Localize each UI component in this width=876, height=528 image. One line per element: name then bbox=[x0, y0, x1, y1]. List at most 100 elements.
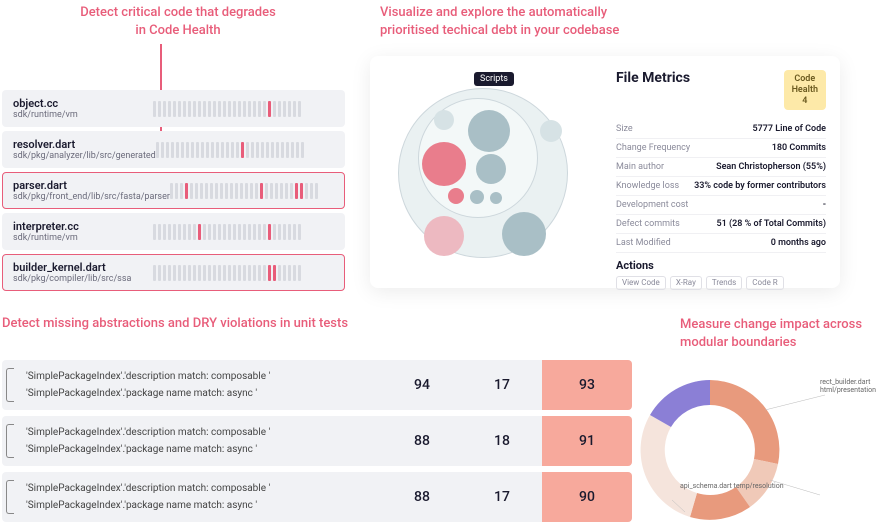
bubble-node[interactable] bbox=[422, 142, 466, 186]
file-row[interactable]: parser.dartsdk/pkg/front_end/lib/src/fas… bbox=[2, 172, 345, 209]
dry-similarity: 93 bbox=[542, 360, 632, 410]
metric-value: 180 Commits bbox=[772, 143, 826, 153]
dry-similarity: 91 bbox=[542, 416, 632, 466]
health-bars bbox=[153, 222, 334, 242]
action-button[interactable]: View Code bbox=[616, 276, 666, 290]
metric-row: Defect commits 51 (28 % of Total Commits) bbox=[616, 215, 826, 234]
health-bars bbox=[170, 181, 334, 201]
dry-row[interactable]: 'SimplePackageIndex'.'description match:… bbox=[2, 416, 632, 466]
sunburst-chart[interactable]: rect_builder.dart html/presentation api_… bbox=[680, 360, 860, 500]
bubble-chart[interactable]: Scripts bbox=[384, 70, 604, 270]
metric-row: Main author Sean Christopherson (55%) bbox=[616, 158, 826, 177]
bubble-node[interactable] bbox=[448, 188, 464, 204]
bubble-node[interactable] bbox=[424, 216, 464, 256]
metrics-section: File Metrics Code Health 4 Size 5777 Line… bbox=[604, 70, 826, 274]
metric-value: Sean Christopherson (55%) bbox=[716, 162, 826, 172]
bracket-icon bbox=[6, 480, 14, 514]
metric-key: Development cost bbox=[616, 200, 688, 210]
file-name: interpreter.cc bbox=[13, 220, 153, 233]
dry-test-name: 'SimplePackageIndex'.'package name match… bbox=[12, 441, 372, 458]
dry-test-name: 'SimplePackageIndex'.'description match:… bbox=[12, 368, 372, 385]
bubble-node[interactable] bbox=[470, 190, 484, 204]
file-path: sdk/pkg/front_end/lib/src/fasta/parser bbox=[13, 192, 170, 202]
bracket-icon bbox=[6, 368, 14, 402]
metric-value: 33% code by former contributors bbox=[694, 181, 826, 191]
text-line: in Code Health bbox=[135, 23, 220, 38]
file-row[interactable]: object.ccsdk/runtime/vm bbox=[2, 90, 345, 127]
headline-detect-critical: Detect critical code that degrades in Co… bbox=[68, 4, 288, 40]
metric-key: Knowledge loss bbox=[616, 181, 679, 191]
dry-test-name: 'SimplePackageIndex'.'package name match… bbox=[12, 385, 372, 402]
text-line: Measure change impact across bbox=[680, 317, 862, 332]
file-metrics-panel: Scripts File Metrics Code Health 4 Size 5… bbox=[370, 56, 840, 288]
dry-row[interactable]: 'SimplePackageIndex'.'description match:… bbox=[2, 360, 632, 410]
action-button[interactable]: Code R bbox=[746, 276, 783, 290]
metric-value: 51 (28 % of Total Commits) bbox=[717, 219, 826, 229]
code-health-badge: Code Health 4 bbox=[784, 70, 826, 110]
bubble-node[interactable] bbox=[434, 110, 454, 130]
headline-change-impact: Measure change impact across modular bou… bbox=[680, 316, 870, 352]
badge-text: 4 bbox=[802, 96, 807, 106]
dry-metric: 94 bbox=[382, 360, 462, 410]
dry-metric: 18 bbox=[462, 416, 542, 466]
dry-test-name: 'SimplePackageIndex'.'description match:… bbox=[12, 424, 372, 441]
badge-text: Health bbox=[792, 85, 818, 95]
dry-test-name: 'SimplePackageIndex'.'description match:… bbox=[12, 480, 372, 497]
metric-key: Last Modified bbox=[616, 238, 671, 248]
metric-value: 0 months ago bbox=[771, 238, 826, 248]
metric-key: Change Frequency bbox=[616, 143, 690, 153]
bubble-node[interactable] bbox=[490, 192, 502, 204]
file-path: sdk/pkg/analyzer/lib/src/generated bbox=[13, 151, 156, 161]
file-name: object.cc bbox=[13, 97, 153, 110]
dry-violations-table: 'SimplePackageIndex'.'description match:… bbox=[2, 360, 632, 528]
sunburst-label: rect_builder.dart html/presentation bbox=[820, 378, 876, 394]
health-bars bbox=[153, 263, 334, 283]
file-path: sdk/runtime/vm bbox=[13, 110, 153, 120]
metric-row: Knowledge loss 33% code by former contrib… bbox=[616, 177, 826, 196]
badge-text: Code bbox=[794, 74, 815, 84]
dry-similarity: 90 bbox=[542, 472, 632, 522]
bracket-icon bbox=[6, 424, 14, 458]
metric-value: 5777 Line of Code bbox=[752, 124, 826, 134]
bubble-node[interactable] bbox=[468, 110, 510, 152]
dry-metric: 88 bbox=[382, 416, 462, 466]
file-path: sdk/pkg/compiler/lib/src/ssa bbox=[13, 274, 153, 284]
bubble-node[interactable] bbox=[540, 120, 562, 142]
file-row[interactable]: builder_kernel.dartsdk/pkg/compiler/lib/… bbox=[2, 254, 345, 291]
chart-tag: Scripts bbox=[474, 72, 514, 86]
headline-visualize: Visualize and explore the automatically … bbox=[380, 4, 720, 40]
file-name: parser.dart bbox=[13, 179, 170, 192]
headline-dry: Detect missing abstractions and DRY viol… bbox=[2, 316, 348, 331]
file-name: builder_kernel.dart bbox=[13, 261, 153, 274]
action-button[interactable]: Trends bbox=[706, 276, 742, 290]
file-name: resolver.dart bbox=[13, 138, 156, 151]
metric-key: Size bbox=[616, 124, 633, 134]
metric-row: Development cost - bbox=[616, 196, 826, 215]
metrics-title: File Metrics bbox=[616, 70, 690, 86]
text-line: Detect critical code that degrades bbox=[80, 5, 276, 20]
metric-row: Size 5777 Line of Code bbox=[616, 120, 826, 139]
actions-title: Actions bbox=[616, 259, 826, 272]
file-path: sdk/runtime/vm bbox=[13, 233, 153, 243]
text-line: Visualize and explore the automatically bbox=[380, 5, 607, 20]
text-line: prioritised techical debt in your codeba… bbox=[380, 23, 619, 38]
metric-row: Change Frequency 180 Commits bbox=[616, 139, 826, 158]
file-row[interactable]: interpreter.ccsdk/runtime/vm bbox=[2, 213, 345, 250]
file-row[interactable]: resolver.dartsdk/pkg/analyzer/lib/src/ge… bbox=[2, 131, 345, 168]
metric-key: Main author bbox=[616, 162, 664, 172]
bubble-node[interactable] bbox=[502, 212, 546, 256]
text-line: modular boundaries bbox=[680, 335, 796, 350]
sunburst-label: api_schema.dart temp/resolution bbox=[680, 482, 784, 490]
metric-value: - bbox=[823, 200, 826, 210]
dry-test-name: 'SimplePackageIndex'.'package name match… bbox=[12, 497, 372, 514]
metric-row: Last Modified 0 months ago bbox=[616, 234, 826, 253]
bubble-node[interactable] bbox=[476, 154, 506, 184]
metric-key: Defect commits bbox=[616, 219, 680, 229]
file-health-list: object.ccsdk/runtime/vmresolver.dartsdk/… bbox=[2, 90, 345, 295]
health-bars bbox=[156, 140, 334, 160]
dry-metric: 88 bbox=[382, 472, 462, 522]
dry-metric: 17 bbox=[462, 472, 542, 522]
dry-metric: 17 bbox=[462, 360, 542, 410]
dry-row[interactable]: 'SimplePackageIndex'.'description match:… bbox=[2, 472, 632, 522]
action-button[interactable]: X-Ray bbox=[670, 276, 702, 290]
